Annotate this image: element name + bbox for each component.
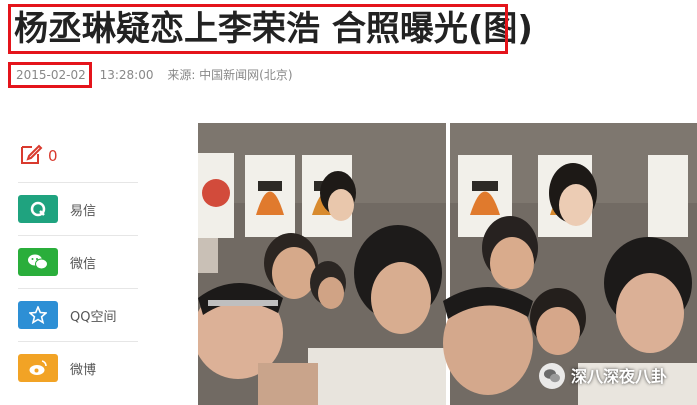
- share-wechat-label: 微信: [70, 256, 97, 272]
- share-qzone-label: QQ空间: [70, 309, 117, 325]
- share-yixin-button[interactable]: 易信: [18, 183, 138, 236]
- share-panel: 0 易信 微信 QQ空间 微博: [18, 130, 138, 394]
- photo-watermark: 深八深夜八卦: [571, 367, 668, 386]
- wechat-watermark-icon: [539, 363, 565, 389]
- wechat-icon: [18, 248, 58, 276]
- article-time: 13:28:00: [99, 68, 154, 82]
- share-yixin-label: 易信: [70, 203, 97, 219]
- comment-count: 0: [48, 147, 58, 165]
- qzone-icon: [18, 301, 58, 329]
- share-qzone-button[interactable]: QQ空间: [18, 289, 138, 342]
- edit-comment-icon: [18, 141, 44, 171]
- share-weibo-button[interactable]: 微博: [18, 342, 138, 394]
- weibo-icon: [18, 354, 58, 382]
- date-highlight-box: [8, 62, 92, 88]
- article-source[interactable]: 来源: 中国新闻网(北京): [167, 68, 292, 82]
- share-wechat-button[interactable]: 微信: [18, 236, 138, 289]
- share-weibo-label: 微博: [70, 362, 97, 378]
- yixin-icon: [18, 195, 58, 223]
- comment-button[interactable]: 0: [18, 130, 138, 183]
- title-highlight-box: [8, 4, 508, 54]
